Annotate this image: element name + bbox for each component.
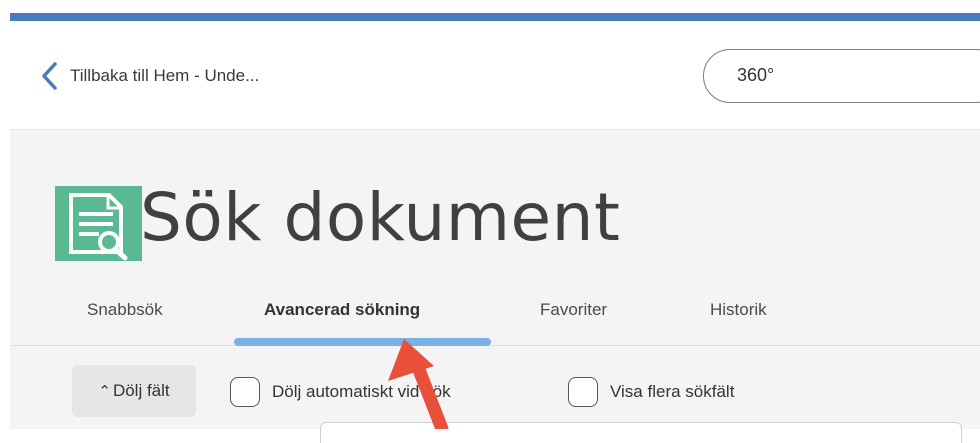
multi-fields-checkbox[interactable] [568,377,598,407]
multi-fields-option[interactable]: Visa flera sökfält [568,377,734,407]
double-chevron-up-icon: ⌃ [98,383,111,400]
header: Tillbaka till Hem - Unde... 360° [10,21,980,130]
search-input[interactable]: 360° [703,49,980,103]
tab-historik[interactable]: Historik [710,300,767,320]
auto-hide-checkbox[interactable] [230,377,260,407]
tab-snabbsok[interactable]: Snabbsök [87,300,163,320]
auto-hide-label: Dölj automatiskt vid sök [272,382,451,401]
multi-fields-label: Visa flera sökfält [610,382,735,401]
search-input-value: 360° [737,65,775,85]
active-tab-indicator [234,338,491,346]
top-accent-bar [10,13,980,21]
tab-bar: Snabbsök Avancerad sökning Favoriter His… [10,290,980,346]
auto-hide-option[interactable]: Dölj automatiskt vid sök [230,377,451,407]
search-field[interactable] [320,422,962,443]
search-document-icon [55,186,142,261]
chevron-left-icon [42,62,57,90]
back-link-label: Tillbaka till Hem - Unde... [70,66,260,85]
toggle-fields-label: Dölj fält [112,381,170,400]
tab-avancerad-sokning[interactable]: Avancerad sökning [264,300,420,320]
tab-favoriter[interactable]: Favoriter [540,300,607,320]
page-title: Sök dokument [140,179,621,256]
back-link[interactable]: Tillbaka till Hem - Unde... [40,61,259,91]
main-content: Sök dokument Snabbsök Avancerad sökning … [10,130,980,443]
top-strip [0,0,980,13]
toggle-fields-button[interactable]: ⌃ Dölj fält [72,365,196,417]
